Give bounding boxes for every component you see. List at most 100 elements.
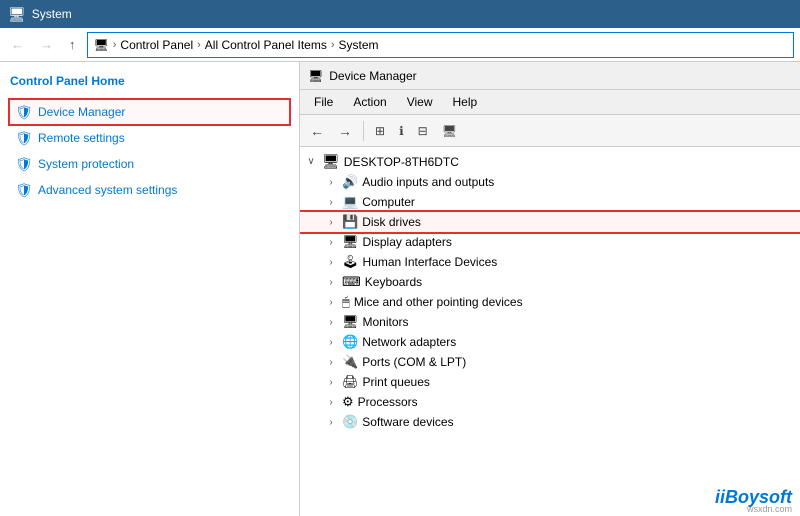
processors-label: Processors — [358, 395, 418, 409]
hid-icon: 🕹 — [342, 254, 359, 270]
dm-titlebar: 🖥 Device Manager — [300, 62, 800, 90]
dm-title-text: Device Manager — [329, 69, 416, 83]
path-all-items[interactable]: All Control Panel Items — [205, 38, 327, 52]
toolbar-sep-1 — [363, 121, 364, 141]
device-manager-panel: 🖥 Device Manager File Action View Help ←… — [300, 62, 800, 516]
title-bar: 🖥 System — [0, 0, 800, 28]
up-button[interactable]: ↑ — [64, 34, 81, 55]
tree-software-devices[interactable]: › 💿 Software devices — [300, 412, 800, 432]
shield-icon-remote-settings: 🛡 — [16, 130, 32, 146]
tree-mice[interactable]: › 🖱 Mice and other pointing devices — [300, 292, 800, 312]
software-label: Software devices — [362, 415, 453, 429]
toolbar-forward-btn[interactable]: → — [332, 120, 358, 142]
tree-display-adapters[interactable]: › 🖥 Display adapters — [300, 232, 800, 252]
print-expand-icon: › — [324, 377, 338, 388]
software-expand-icon: › — [324, 417, 338, 428]
print-icon: 🖨 — [342, 374, 359, 390]
computer-icon: 💻 — [342, 194, 358, 210]
sidebar-item-device-manager[interactable]: 🛡 Device Manager — [10, 100, 289, 124]
forward-button[interactable]: → — [35, 34, 58, 55]
print-label: Print queues — [363, 375, 430, 389]
tree-ports[interactable]: › 🔌 Ports (COM & LPT) — [300, 352, 800, 372]
ports-icon: 🔌 — [342, 354, 358, 370]
address-path: 🖥 › Control Panel › All Control Panel It… — [87, 32, 795, 58]
sidebar-item-advanced-system-settings[interactable]: 🛡 Advanced system settings — [10, 178, 289, 202]
device-tree: ∨ 🖥 DESKTOP-8TH6DTC › 🔊 Audio inputs and… — [300, 147, 800, 516]
root-expand-icon: ∨ — [304, 156, 318, 167]
tree-computer[interactable]: › 💻 Computer — [300, 192, 800, 212]
software-icon: 💿 — [342, 414, 358, 430]
mice-expand-icon: › — [324, 297, 338, 308]
network-expand-icon: › — [324, 337, 338, 348]
tree-monitors[interactable]: › 🖥 Monitors — [300, 312, 800, 332]
address-bar: ← → ↑ 🖥 › Control Panel › All Control Pa… — [0, 28, 800, 62]
dm-menubar: File Action View Help — [300, 90, 800, 115]
control-panel-home[interactable]: Control Panel Home — [10, 74, 289, 88]
root-icon: 🖥 — [322, 153, 340, 170]
audio-label: Audio inputs and outputs — [362, 175, 494, 189]
monitors-expand-icon: › — [324, 317, 338, 328]
wsxdn-label: wsxdn.com — [747, 504, 792, 514]
left-panel: Control Panel Home 🛡 Device Manager 🛡 Re… — [0, 62, 300, 516]
audio-expand-icon: › — [324, 177, 338, 188]
computer-label: Computer — [362, 195, 415, 209]
disk-expand-icon: › — [324, 217, 338, 228]
tree-hid[interactable]: › 🕹 Human Interface Devices — [300, 252, 800, 272]
keyboards-icon: ⌨ — [342, 274, 361, 290]
path-control-panel[interactable]: Control Panel — [120, 38, 193, 52]
tree-processors[interactable]: › ⚙ Processors — [300, 392, 800, 412]
path-system[interactable]: System — [339, 38, 379, 52]
root-label: DESKTOP-8TH6DTC — [344, 155, 459, 169]
toolbar-monitor-btn[interactable]: 🖥 — [436, 121, 463, 141]
display-expand-icon: › — [324, 237, 338, 248]
mice-label: Mice and other pointing devices — [354, 295, 523, 309]
tree-network-adapters[interactable]: › 🌐 Network adapters — [300, 332, 800, 352]
sidebar-item-system-protection[interactable]: 🛡 System protection — [10, 152, 289, 176]
disk-icon: 💾 — [342, 214, 358, 230]
hid-expand-icon: › — [324, 257, 338, 268]
toolbar-back-btn[interactable]: ← — [304, 120, 330, 142]
shield-icon-device-manager: 🛡 — [16, 104, 32, 120]
menu-file[interactable]: File — [304, 92, 343, 112]
toolbar-info-btn[interactable]: ℹ — [393, 121, 410, 141]
network-icon: 🌐 — [342, 334, 358, 350]
hid-label: Human Interface Devices — [363, 255, 498, 269]
sidebar-item-remote-settings[interactable]: 🛡 Remote settings — [10, 126, 289, 150]
shield-icon-system-protection: 🛡 — [16, 156, 32, 172]
tree-root[interactable]: ∨ 🖥 DESKTOP-8TH6DTC — [300, 151, 800, 172]
audio-icon: 🔊 — [342, 174, 358, 190]
ports-label: Ports (COM & LPT) — [362, 355, 466, 369]
computer-expand-icon: › — [324, 197, 338, 208]
sidebar-label-system-protection: System protection — [38, 157, 134, 171]
shield-icon-advanced: 🛡 — [16, 182, 32, 198]
mice-icon: 🖱 — [342, 294, 350, 310]
monitors-icon: 🖥 — [342, 314, 359, 330]
title-bar-icon: 🖥 — [8, 6, 26, 23]
display-icon: 🖥 — [342, 234, 359, 250]
processors-expand-icon: › — [324, 397, 338, 408]
sidebar-label-remote-settings: Remote settings — [38, 131, 125, 145]
tree-keyboards[interactable]: › ⌨ Keyboards — [300, 272, 800, 292]
title-bar-text: System — [32, 7, 72, 21]
path-icon: 🖥 — [94, 38, 109, 52]
main-layout: Control Panel Home 🛡 Device Manager 🛡 Re… — [0, 62, 800, 516]
menu-view[interactable]: View — [397, 92, 443, 112]
tree-disk-drives[interactable]: › 💾 Disk drives — [300, 212, 800, 232]
dm-toolbar: ← → ⊞ ℹ ⊟ 🖥 — [300, 115, 800, 147]
processors-icon: ⚙ — [342, 394, 354, 410]
back-button[interactable]: ← — [6, 34, 29, 55]
menu-help[interactable]: Help — [443, 92, 488, 112]
keyboards-expand-icon: › — [324, 277, 338, 288]
toolbar-computer-btn[interactable]: ⊞ — [369, 121, 391, 141]
ports-expand-icon: › — [324, 357, 338, 368]
tree-audio[interactable]: › 🔊 Audio inputs and outputs — [300, 172, 800, 192]
menu-action[interactable]: Action — [343, 92, 396, 112]
sidebar-label-device-manager: Device Manager — [38, 105, 125, 119]
keyboards-label: Keyboards — [365, 275, 422, 289]
sidebar-label-advanced: Advanced system settings — [38, 183, 177, 197]
tree-print-queues[interactable]: › 🖨 Print queues — [300, 372, 800, 392]
display-label: Display adapters — [363, 235, 452, 249]
disk-label: Disk drives — [362, 215, 421, 229]
toolbar-minus-btn[interactable]: ⊟ — [412, 121, 434, 141]
dm-title-icon: 🖥 — [308, 69, 323, 83]
